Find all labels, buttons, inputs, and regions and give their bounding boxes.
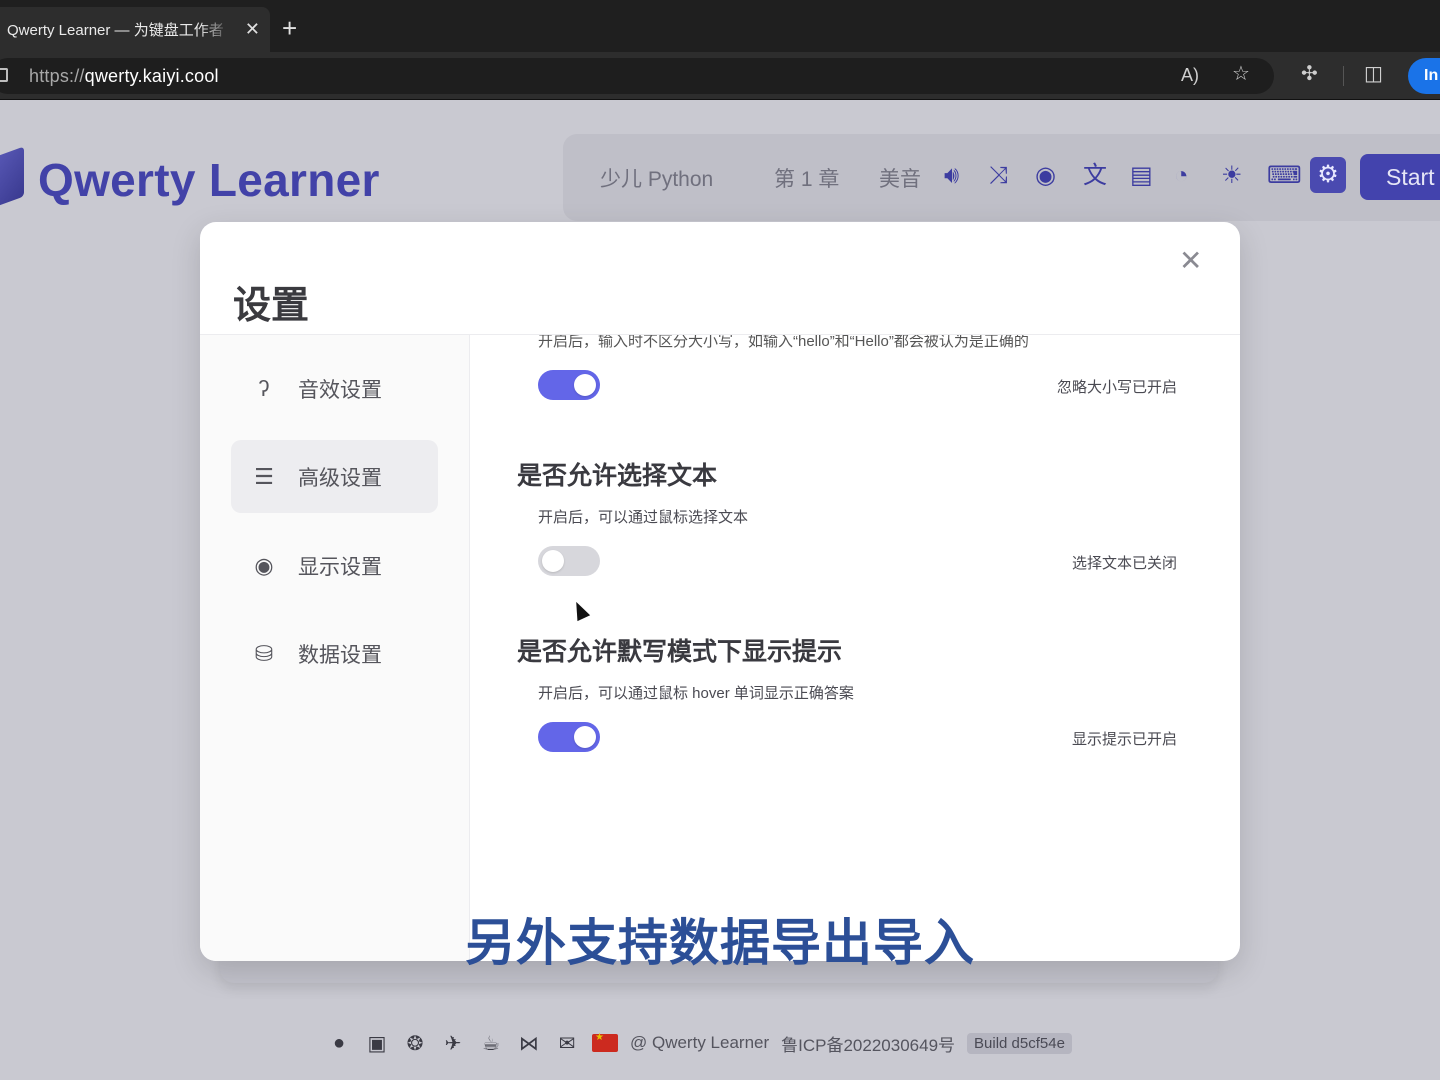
modal-title: 设置 [233,285,310,327]
eye-icon[interactable]: ◉ [1035,162,1056,190]
dictionary-selector[interactable]: 少儿 Python [600,163,713,193]
select-text-toggle[interactable] [538,546,600,576]
header-toolbar: 少儿 Python 第 1 章 美音 🔊︎ ⤨ ◉ 文 ▤ ◔ ☀ ⌨ ⚙ St… [563,134,1440,221]
dictation-hint-toggle[interactable] [538,722,600,752]
coffee-icon[interactable]: ☕ [478,1030,504,1056]
eye-icon: ◉ [254,552,274,578]
database-gear-icon: ⛁ [254,640,274,666]
brand-title[interactable]: Qwerty Learner [38,153,380,207]
settings-nav: ʔ 音效设置 ☰ 高级设置 ◉ 显示设置 ⛁ 数据设置 [200,335,470,961]
ignore-case-desc: 开启后，输入时不区分大小写，如输入“hello”和“Hello”都会被认为是正确… [538,335,1029,350]
browser-address-bar: https://qwerty.kaiyi.cool [0,52,1440,100]
nav-label: 高级设置 [298,466,382,490]
sliders-icon: ☰ [254,463,274,489]
ignore-case-status: 忽略大小写已开启 [1056,379,1177,396]
mail-icon[interactable]: ✉ [554,1030,580,1056]
dictation-hint-desc: 开启后，可以通过鼠标 hover 单词显示正确答案 [538,685,854,702]
nav-item-data[interactable]: ⛁ 数据设置 [231,617,438,690]
split-screen-icon[interactable]: ◫ [1364,63,1383,85]
speaker-icon[interactable]: 🔊︎ [944,162,959,190]
video-caption: 另外支持数据导出导入 [465,915,975,971]
profile-sign-in-button[interactable]: In [1408,58,1440,94]
url-text[interactable]: https://qwerty.kaiyi.cool [29,66,219,87]
close-icon[interactable]: ✕ [1179,246,1202,276]
nav-item-sound[interactable]: ʔ 音效设置 [231,352,438,425]
github-icon[interactable]: ● [326,1030,352,1056]
settings-modal: 设置 ✕ ʔ 音效设置 ☰ 高级设置 ◉ 显示设置 ⛁ 数据设置 开启后，输入时… [200,222,1240,961]
dictation-hint-status: 显示提示已开启 [1071,731,1177,748]
keyboard-icon[interactable]: ⌨ [1267,162,1302,190]
footer: ● ▣ ❂ ✈ ☕ ⋈ ✉ @ Qwerty Learner 鲁ICP备2022… [326,1028,1072,1058]
dictation-hint-title: 是否允许默写模式下显示提示 [517,638,843,666]
nav-item-display[interactable]: ◉ 显示设置 [231,529,438,602]
nav-label: 显示设置 [298,555,382,579]
pronunciation-selector[interactable]: 美音 [879,163,921,193]
toggle-knob [542,550,564,572]
vscode-icon[interactable]: ⋈ [516,1030,542,1056]
twitter-icon[interactable]: ✈ [440,1030,466,1056]
tab-title: Qwerty Learner — 为键盘工作者 [7,22,224,39]
copyright-link[interactable]: @ Qwerty Learner [630,1033,769,1053]
extensions-puzzle-icon[interactable]: ✣ [1301,63,1318,85]
nav-label: 数据设置 [298,643,382,667]
book-icon[interactable]: ▤ [1130,162,1153,190]
toggle-knob [574,374,596,396]
toggle-knob [574,726,596,748]
lock-icon[interactable] [0,68,8,82]
favorite-star-icon[interactable]: ☆ [1232,63,1250,85]
logo-keycap-icon [0,146,24,210]
blog-icon[interactable]: ▣ [364,1030,390,1056]
browser-tab[interactable]: Qwerty Learner — 为键盘工作者 ✕ [0,7,270,52]
select-text-title: 是否允许选择文本 [517,462,718,490]
pie-chart-icon[interactable]: ◔ [1174,162,1189,190]
close-tab-icon[interactable]: ✕ [245,19,260,39]
icp-link[interactable]: 鲁ICP备2022030649号 [781,1031,955,1056]
loop-off-icon[interactable]: ⤨ [989,162,1008,190]
new-tab-icon[interactable]: + [282,14,297,42]
wechat-icon[interactable]: ❂ [402,1030,428,1056]
nav-label: 音效设置 [298,378,382,402]
start-button[interactable]: Start [1360,154,1440,200]
select-text-status: 选择文本已关闭 [1071,555,1177,572]
toolbar-divider [1343,66,1344,86]
sun-icon[interactable]: ☀ [1221,162,1243,190]
browser-tab-bar: Qwerty Learner — 为键盘工作者 ✕ + [0,0,1440,52]
translate-icon[interactable]: 文 [1083,162,1107,190]
build-badge: Build d5cf54e [967,1032,1072,1054]
ear-icon: ʔ [258,375,270,401]
read-aloud-icon[interactable]: A) [1181,64,1199,86]
ignore-case-toggle[interactable] [538,370,600,400]
chapter-selector[interactable]: 第 1 章 [774,163,839,193]
settings-gear-icon[interactable]: ⚙ [1310,157,1346,193]
china-flag-icon [592,1032,618,1052]
nav-item-advanced[interactable]: ☰ 高级设置 [231,440,438,513]
url-bar[interactable]: https://qwerty.kaiyi.cool [0,58,1274,94]
select-text-desc: 开启后，可以通过鼠标选择文本 [538,509,749,526]
settings-content: 开启后，输入时不区分大小写，如输入“hello”和“Hello”都会被认为是正确… [470,335,1240,961]
